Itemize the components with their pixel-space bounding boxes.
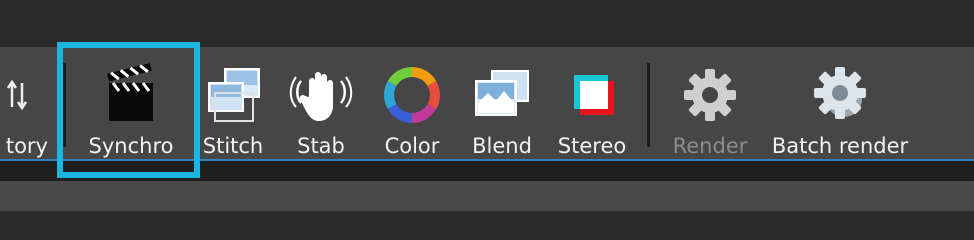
- gear-icon: [678, 63, 742, 127]
- color-wheel-icon: [380, 63, 444, 127]
- batch-render-label: Batch render: [771, 134, 909, 158]
- bottom-panel: [0, 181, 974, 211]
- render-button[interactable]: Render: [664, 47, 756, 159]
- blend-label: Blend: [472, 134, 532, 158]
- synchro-button[interactable]: Synchro: [74, 47, 188, 159]
- stitch-button[interactable]: Stitch: [194, 47, 272, 159]
- color-button[interactable]: Color: [370, 47, 454, 159]
- toolbar-separator: [63, 63, 66, 147]
- clapperboard-icon: [99, 63, 163, 127]
- stab-label: Stab: [297, 134, 345, 158]
- stitch-label: Stitch: [202, 134, 264, 158]
- toolbar-bottom-band: [0, 161, 974, 181]
- blend-button[interactable]: Blend: [460, 47, 544, 159]
- stitch-photos-icon: [201, 63, 265, 127]
- batch-gear-icon: [808, 63, 872, 127]
- history-button[interactable]: tory: [0, 47, 48, 159]
- history-sort-icon: [0, 63, 54, 127]
- history-label: tory: [5, 134, 48, 158]
- batch-render-button[interactable]: Batch render: [764, 47, 916, 159]
- color-label: Color: [384, 134, 440, 158]
- blend-photos-icon: [470, 63, 534, 127]
- stereo-icon: [560, 63, 624, 127]
- top-bar: [0, 0, 974, 47]
- stab-button[interactable]: Stab: [282, 47, 360, 159]
- hand-stabilize-icon: [289, 63, 353, 127]
- stereo-label: Stereo: [557, 134, 627, 158]
- synchro-label: Synchro: [88, 134, 174, 158]
- stereo-button[interactable]: Stereo: [550, 47, 634, 159]
- toolbar-separator: [647, 63, 650, 147]
- render-label: Render: [672, 134, 748, 158]
